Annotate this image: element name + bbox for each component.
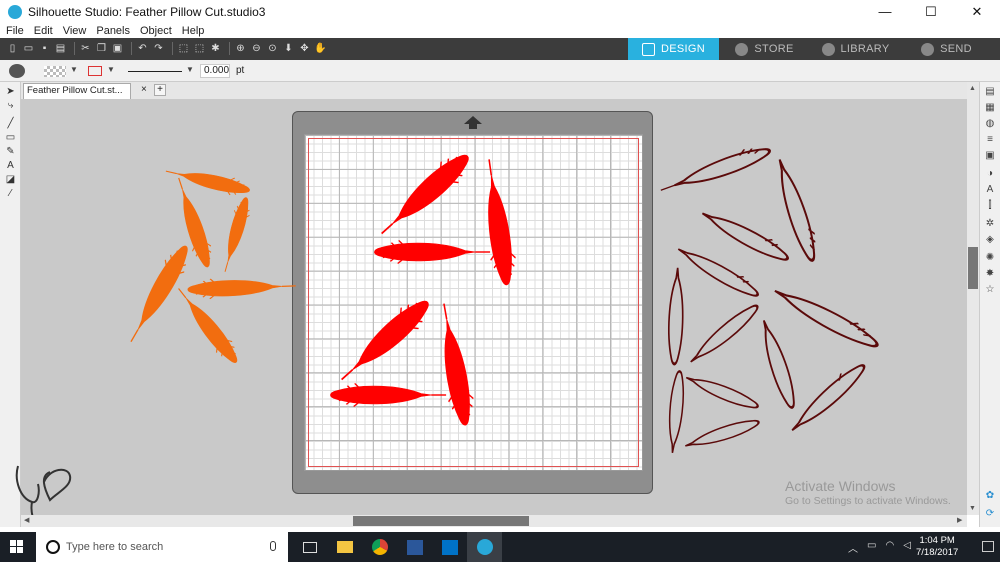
vertical-scroll-thumb[interactable] bbox=[968, 247, 978, 289]
battery-icon[interactable]: ▭ bbox=[867, 540, 876, 555]
vertical-scrollbar[interactable]: ▲ ▼ bbox=[967, 82, 979, 515]
outlook-icon[interactable] bbox=[432, 532, 467, 562]
tray-chevron-icon[interactable]: ︿ bbox=[848, 540, 858, 555]
red-feather-group[interactable] bbox=[331, 146, 519, 427]
chrome-icon[interactable] bbox=[362, 532, 397, 562]
taskbar-search[interactable]: Type here to search bbox=[36, 532, 288, 562]
clock-date: 7/18/2017 bbox=[916, 547, 959, 558]
task-view-button[interactable] bbox=[292, 532, 327, 562]
taskbar-clock[interactable]: 1:04 PM 7/18/2017 bbox=[916, 535, 958, 559]
windows-taskbar: Type here to search ︿ ▭ ◠ ◁ 1:04 PM 7/18… bbox=[0, 532, 1000, 562]
scroll-up-icon[interactable]: ▲ bbox=[969, 85, 976, 92]
start-button[interactable] bbox=[10, 540, 24, 554]
scroll-left-icon[interactable]: ◀ bbox=[24, 516, 29, 524]
cortana-circle-icon bbox=[46, 540, 60, 554]
horizontal-scroll-thumb[interactable] bbox=[353, 516, 529, 526]
watermark-title: Activate Windows bbox=[785, 478, 896, 494]
file-explorer-icon[interactable] bbox=[327, 532, 362, 562]
activation-watermark: Activate Windows Go to Settings to activ… bbox=[785, 478, 951, 507]
scroll-right-icon[interactable]: ▶ bbox=[957, 516, 962, 524]
search-placeholder: Type here to search bbox=[66, 541, 164, 553]
clock-time: 1:04 PM bbox=[919, 535, 955, 546]
scroll-down-icon[interactable]: ▼ bbox=[969, 505, 976, 512]
network-icon[interactable]: ◠ bbox=[885, 540, 894, 555]
orange-feather-group[interactable] bbox=[121, 163, 296, 369]
outline-feather-group[interactable] bbox=[657, 141, 883, 455]
system-tray: ︿ ▭ ◠ ◁ bbox=[848, 540, 920, 555]
watermark-subtitle: Go to Settings to activate Windows. bbox=[785, 495, 951, 507]
horizontal-scrollbar[interactable]: ◀ ▶ bbox=[21, 515, 967, 527]
silhouette-taskbar-icon[interactable] bbox=[467, 532, 502, 562]
microphone-icon[interactable] bbox=[270, 541, 276, 551]
word-icon[interactable] bbox=[397, 532, 432, 562]
volume-icon[interactable]: ◁ bbox=[903, 540, 911, 555]
action-center-icon[interactable] bbox=[982, 541, 994, 552]
